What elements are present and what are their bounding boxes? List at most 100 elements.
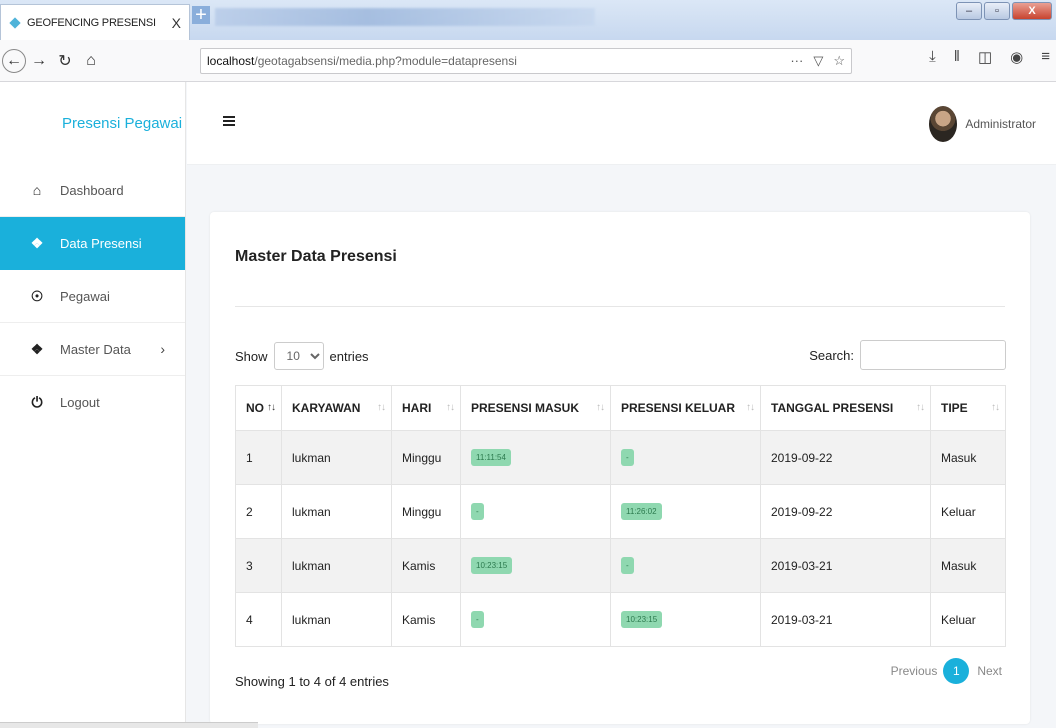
cell-no: 1: [235, 430, 282, 485]
sort-icon: ↑↓: [991, 402, 1000, 413]
cell-tipe: Masuk: [930, 538, 1006, 593]
entries-length-control: Show 10 entries: [235, 342, 369, 370]
presensi-table: NO ↑↓ KARYAWAN ↑↓ HARI ↑↓ PRESENSI MASUK ↑↓ …: [235, 385, 1006, 647]
bookmark-star-icon[interactable]: ☆: [833, 53, 845, 69]
forward-arrow-icon[interactable]: →: [26, 48, 52, 74]
status-bar: [0, 722, 258, 728]
column-header-tanggal-presensi[interactable]: TANGGAL PRESENSI ↑↓: [760, 385, 931, 431]
home-icon[interactable]: ⌂: [78, 48, 104, 74]
background-window-titles: [215, 8, 595, 26]
page-title: Master Data Presensi: [235, 248, 397, 265]
table-row: 4 lukman Kamis - 10:23:15 2019-03-21 Kel…: [235, 592, 1006, 647]
site-favicon-icon: [9, 17, 21, 29]
sidebar-item-label: Logout: [60, 395, 100, 410]
column-header-hari[interactable]: HARI ↑↓: [391, 385, 461, 431]
column-header-presensi-masuk[interactable]: PRESENSI MASUK ↑↓: [460, 385, 611, 431]
time-badge: 10:23:15: [621, 611, 663, 628]
extension-icon[interactable]: ◉: [1010, 48, 1023, 66]
sidebar-item-master-data[interactable]: ❖ Master Data ›: [0, 323, 185, 376]
sidebar-item-label: Data Presensi: [60, 236, 142, 251]
previous-button[interactable]: Previous: [891, 664, 938, 678]
tab-title: GEOFENCING PRESENSI: [27, 16, 156, 29]
download-icon[interactable]: ⤓: [929, 48, 936, 66]
window-controls: – ▫ X: [956, 2, 1052, 20]
browser-tab[interactable]: GEOFENCING PRESENSI X: [0, 4, 190, 40]
minimize-button[interactable]: –: [956, 2, 982, 20]
new-tab-button[interactable]: +: [192, 5, 210, 25]
sidebar-item-logout[interactable]: ⏻ Logout: [0, 376, 185, 429]
url-host: localhost: [207, 54, 255, 68]
home-icon: ⌂: [32, 182, 42, 198]
column-header-tipe[interactable]: TIPE ↑↓: [930, 385, 1006, 431]
time-badge: -: [621, 557, 634, 574]
top-bar: Administrator: [187, 82, 1056, 165]
column-header-presensi-keluar[interactable]: PRESENSI KELUAR ↑↓: [610, 385, 761, 431]
browser-toolbar-icons: ⤓ ‖ ◫ ◉ ≡: [929, 48, 1050, 66]
cell-tanggal: 2019-03-21: [760, 538, 931, 593]
close-window-button[interactable]: X: [1012, 2, 1052, 20]
time-badge: 11:26:02: [621, 503, 662, 520]
cell-karyawan: lukman: [281, 592, 392, 647]
box-icon: ❖: [30, 235, 44, 251]
power-icon: ⏻: [31, 394, 43, 410]
sidebar-item-data-presensi[interactable]: ❖ Data Presensi: [0, 217, 185, 270]
menu-icon[interactable]: ≡: [1041, 48, 1050, 66]
table-header-row: NO ↑↓ KARYAWAN ↑↓ HARI ↑↓ PRESENSI MASUK ↑↓ …: [235, 385, 1006, 431]
entries-label: entries: [329, 348, 369, 364]
page-actions-icon[interactable]: ···: [790, 53, 803, 69]
time-badge: -: [621, 449, 634, 466]
avatar: [929, 106, 958, 142]
sidebar-item-label: Dashboard: [60, 182, 124, 198]
page-button-1[interactable]: 1: [943, 658, 970, 684]
cell-hari: Minggu: [391, 430, 461, 485]
username: Administrator: [965, 117, 1036, 131]
cell-keluar: -: [610, 538, 761, 593]
sidebar-item-pegawai[interactable]: ☉ Pegawai: [0, 270, 185, 323]
time-badge: 10:23:15: [471, 557, 513, 574]
url-bar[interactable]: ⓘ localhost /geotagabsensi/media.php?mod…: [200, 48, 852, 527]
back-arrow-icon[interactable]: ←: [2, 48, 26, 73]
cell-karyawan: lukman: [281, 484, 392, 539]
pocket-icon[interactable]: ▽: [813, 53, 823, 69]
browser-titlebar: GEOFENCING PRESENSI X + – ▫ X: [0, 0, 1056, 40]
divider: [235, 306, 1005, 307]
pagination: Previous 1 Next: [891, 658, 1002, 684]
cell-keluar: 11:26:02: [610, 484, 761, 539]
time-badge: -: [471, 503, 484, 520]
library-icon[interactable]: ‖: [954, 48, 960, 66]
table-row: 2 lukman Minggu - 11:26:02 2019-09-22 Ke…: [235, 484, 1006, 539]
sidebar: Presensi Pegawai Pu ⌂ Dashboard ❖ Data P…: [0, 82, 186, 728]
sort-icon: ↑↓: [746, 402, 755, 413]
cell-karyawan: lukman: [281, 538, 392, 593]
reload-icon[interactable]: ↻: [52, 48, 78, 74]
table-info: Showing 1 to 4 of 4 entries: [235, 674, 389, 689]
app-brand[interactable]: Presensi Pegawai Pu: [0, 82, 185, 164]
sidebar-item-label: Pegawai: [60, 288, 110, 304]
column-header-no[interactable]: NO ↑↓: [235, 385, 282, 431]
sidebar-item-label: Master Data: [60, 341, 131, 357]
sidebar-item-dashboard[interactable]: ⌂ Dashboard: [0, 164, 185, 217]
browser-navbar: ← → ↻ ⌂ ⓘ localhost /geotagabsensi/media…: [0, 40, 1056, 527]
search-control: Search:: [809, 340, 1006, 370]
cell-tipe: Masuk: [930, 430, 1006, 485]
entries-select[interactable]: 10: [273, 342, 324, 370]
maximize-button[interactable]: ▫: [984, 2, 1010, 20]
column-header-karyawan[interactable]: KARYAWAN ↑↓: [281, 385, 392, 431]
sidebar-toggle-icon[interactable]: ◫: [978, 48, 992, 66]
sort-icon: ↑↓: [267, 402, 276, 413]
table-row: 3 lukman Kamis 10:23:15 - 2019-03-21 Mas…: [235, 538, 1006, 593]
next-button[interactable]: Next: [977, 664, 1002, 678]
search-input[interactable]: [860, 340, 1006, 370]
cell-tanggal: 2019-09-22: [760, 430, 931, 485]
box-icon: ❖: [30, 340, 44, 357]
cell-no: 3: [235, 538, 282, 593]
cell-tanggal: 2019-03-21: [760, 592, 931, 647]
user-menu[interactable]: Administrator: [929, 106, 1036, 142]
cell-masuk: -: [460, 484, 611, 539]
main-card: Master Data Presensi Show 10 entries Sea…: [210, 212, 1030, 724]
tab-close-button[interactable]: X: [172, 15, 181, 31]
table-row: 1 lukman Minggu 11:11:54 - 2019-09-22 Ma…: [235, 430, 1006, 485]
hamburger-menu-icon[interactable]: [223, 116, 235, 128]
cell-masuk: 11:11:54: [460, 430, 611, 485]
cell-hari: Minggu: [391, 484, 461, 539]
